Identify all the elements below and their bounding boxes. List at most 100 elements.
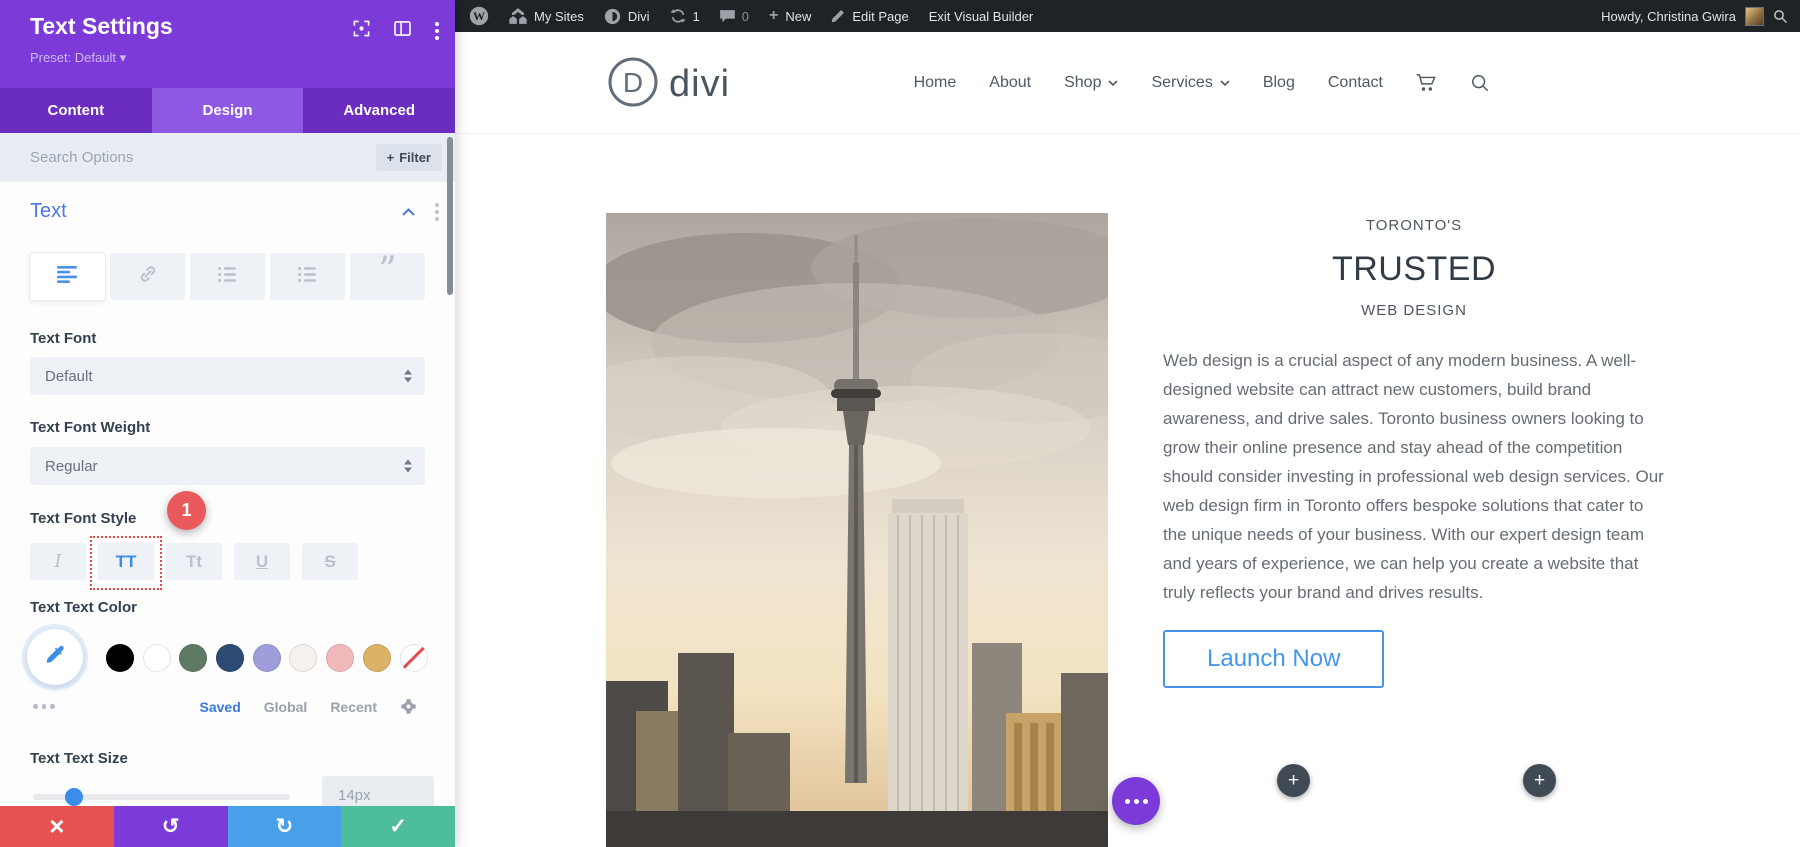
site-logo[interactable]: D divi [607,56,730,113]
text-font-style-label: Text Font Style [30,510,137,527]
edit-page-label: Edit Page [852,8,909,24]
recent-colors-tab[interactable]: Recent [330,699,377,715]
new-label: New [785,8,812,24]
color-swatch-gold[interactable] [362,644,391,672]
launch-now-button[interactable]: Launch Now [1163,630,1385,688]
comments-menu[interactable]: 0 [710,0,759,32]
site-search-icon[interactable] [1470,73,1490,93]
divi-logo-mark-icon: D [607,56,659,113]
my-sites-icon [509,8,527,24]
panel-tabs: Content Design Advanced [0,88,455,133]
color-swatch-offwhite[interactable] [289,644,318,672]
text-section-header[interactable]: Text [30,200,439,223]
add-module-button[interactable]: + [1277,764,1310,797]
svg-text:W: W [473,9,485,23]
check-icon: ✓ [389,815,407,838]
color-footer: Saved Global Recent [33,698,417,715]
select-stepper-icon [404,459,412,473]
uppercase-button[interactable]: TT [90,536,162,590]
comment-icon [719,9,735,23]
divi-icon [604,8,621,25]
exit-visual-builder[interactable]: Exit Visual Builder [919,0,1044,32]
admin-search-icon[interactable] [1773,9,1788,24]
tab-advanced[interactable]: Advanced [303,88,455,133]
hero-eyebrow: TORONTO'S [1365,217,1463,234]
quote-style-tab[interactable]: ” [350,252,425,300]
search-options-input[interactable] [30,149,290,166]
tab-design[interactable]: Design [151,88,304,133]
strikethrough-button[interactable]: S [302,543,358,580]
text-font-select[interactable]: Default [30,357,425,395]
site-logo-text: divi [669,63,731,105]
text-settings-panel: Text Settings Preset: Default ▾ Content … [0,0,455,847]
eyedropper-button[interactable] [27,629,83,685]
wp-admin-bar: W My Sites Divi 1 0 + New Edit Page Exit… [455,0,1800,32]
edit-page-menu[interactable]: Edit Page [821,0,918,32]
saved-colors-tab[interactable]: Saved [200,699,241,715]
ol-style-tab[interactable] [270,253,345,300]
chevron-up-icon[interactable] [402,203,415,221]
link-style-tab[interactable] [110,253,185,300]
text-text-size-label: Text Text Size [30,750,128,767]
undo-button[interactable]: ↺ [113,806,228,847]
hero-photo-cn-tower [606,213,1108,847]
nav-blog[interactable]: Blog [1263,74,1295,92]
new-content-menu[interactable]: + New [759,0,821,32]
align-left-icon [57,265,78,288]
gear-icon[interactable] [400,698,417,715]
nav-contact[interactable]: Contact [1328,74,1383,92]
wp-logo-menu[interactable]: W [459,0,499,32]
tab-content[interactable]: Content [0,88,152,133]
discard-button[interactable]: × [0,806,114,847]
color-swatch-black[interactable] [106,644,134,672]
preset-selector[interactable]: Preset: Default ▾ [30,50,126,66]
underline-button[interactable]: U [234,543,290,580]
section-menu-icon[interactable] [435,202,439,221]
panel-title: Text Settings [30,13,173,39]
global-colors-tab[interactable]: Global [264,699,308,715]
add-module-button[interactable]: + [1523,764,1556,797]
ul-style-tab[interactable] [190,253,265,300]
nav-shop[interactable]: Shop [1064,74,1119,92]
divi-menu[interactable]: Divi [594,0,660,32]
panel-scrollbar[interactable] [447,137,453,295]
text-style-tab[interactable] [30,253,105,300]
panel-header: Text Settings Preset: Default ▾ Content … [0,0,455,133]
text-size-slider[interactable] [33,788,290,806]
panel-menu-icon[interactable] [435,22,439,40]
chevron-down-icon [1220,74,1230,92]
link-icon [137,263,159,290]
my-sites-menu[interactable]: My Sites [499,0,594,32]
redo-button[interactable]: ↻ [227,806,342,847]
slider-handle[interactable] [65,788,83,806]
panel-body: Text ” Text Font Default Text Font Weigh… [0,182,455,814]
text-font-weight-select[interactable]: Regular [30,447,425,485]
hero-copy: TORONTO'S TRUSTED WEB DESIGN Web design … [1163,187,1665,688]
more-colors-icon[interactable] [33,704,55,709]
color-swatch-none[interactable] [399,644,428,672]
options-search-bar: + Filter [0,133,455,182]
nav-home[interactable]: Home [914,74,957,92]
color-swatch-green[interactable] [179,644,208,672]
cart-icon[interactable] [1416,73,1437,92]
focus-mode-icon[interactable] [353,20,370,42]
color-swatch-periwinkle[interactable] [252,644,281,672]
color-swatch-navy[interactable] [216,644,245,672]
plus-icon: + [1287,769,1300,791]
text-font-label: Text Font [30,330,97,347]
filter-button[interactable]: + Filter [375,144,442,171]
save-button[interactable]: ✓ [341,806,455,847]
row-options-button[interactable] [1112,777,1160,825]
small-caps-button[interactable]: Tt [166,543,222,580]
nav-about[interactable]: About [989,74,1031,92]
howdy-account-menu[interactable]: Howdy, Christina Gwira [1601,9,1736,24]
plus-icon: + [386,150,395,165]
updates-menu[interactable]: 1 [660,0,710,32]
user-avatar[interactable] [1745,6,1764,26]
hero-subheading: WEB DESIGN [1361,302,1467,319]
color-swatch-pink[interactable] [326,644,355,672]
panel-layout-icon[interactable] [394,21,411,41]
italic-button[interactable]: I [30,543,86,580]
color-swatch-white[interactable] [142,644,171,672]
nav-services[interactable]: Services [1151,74,1230,92]
